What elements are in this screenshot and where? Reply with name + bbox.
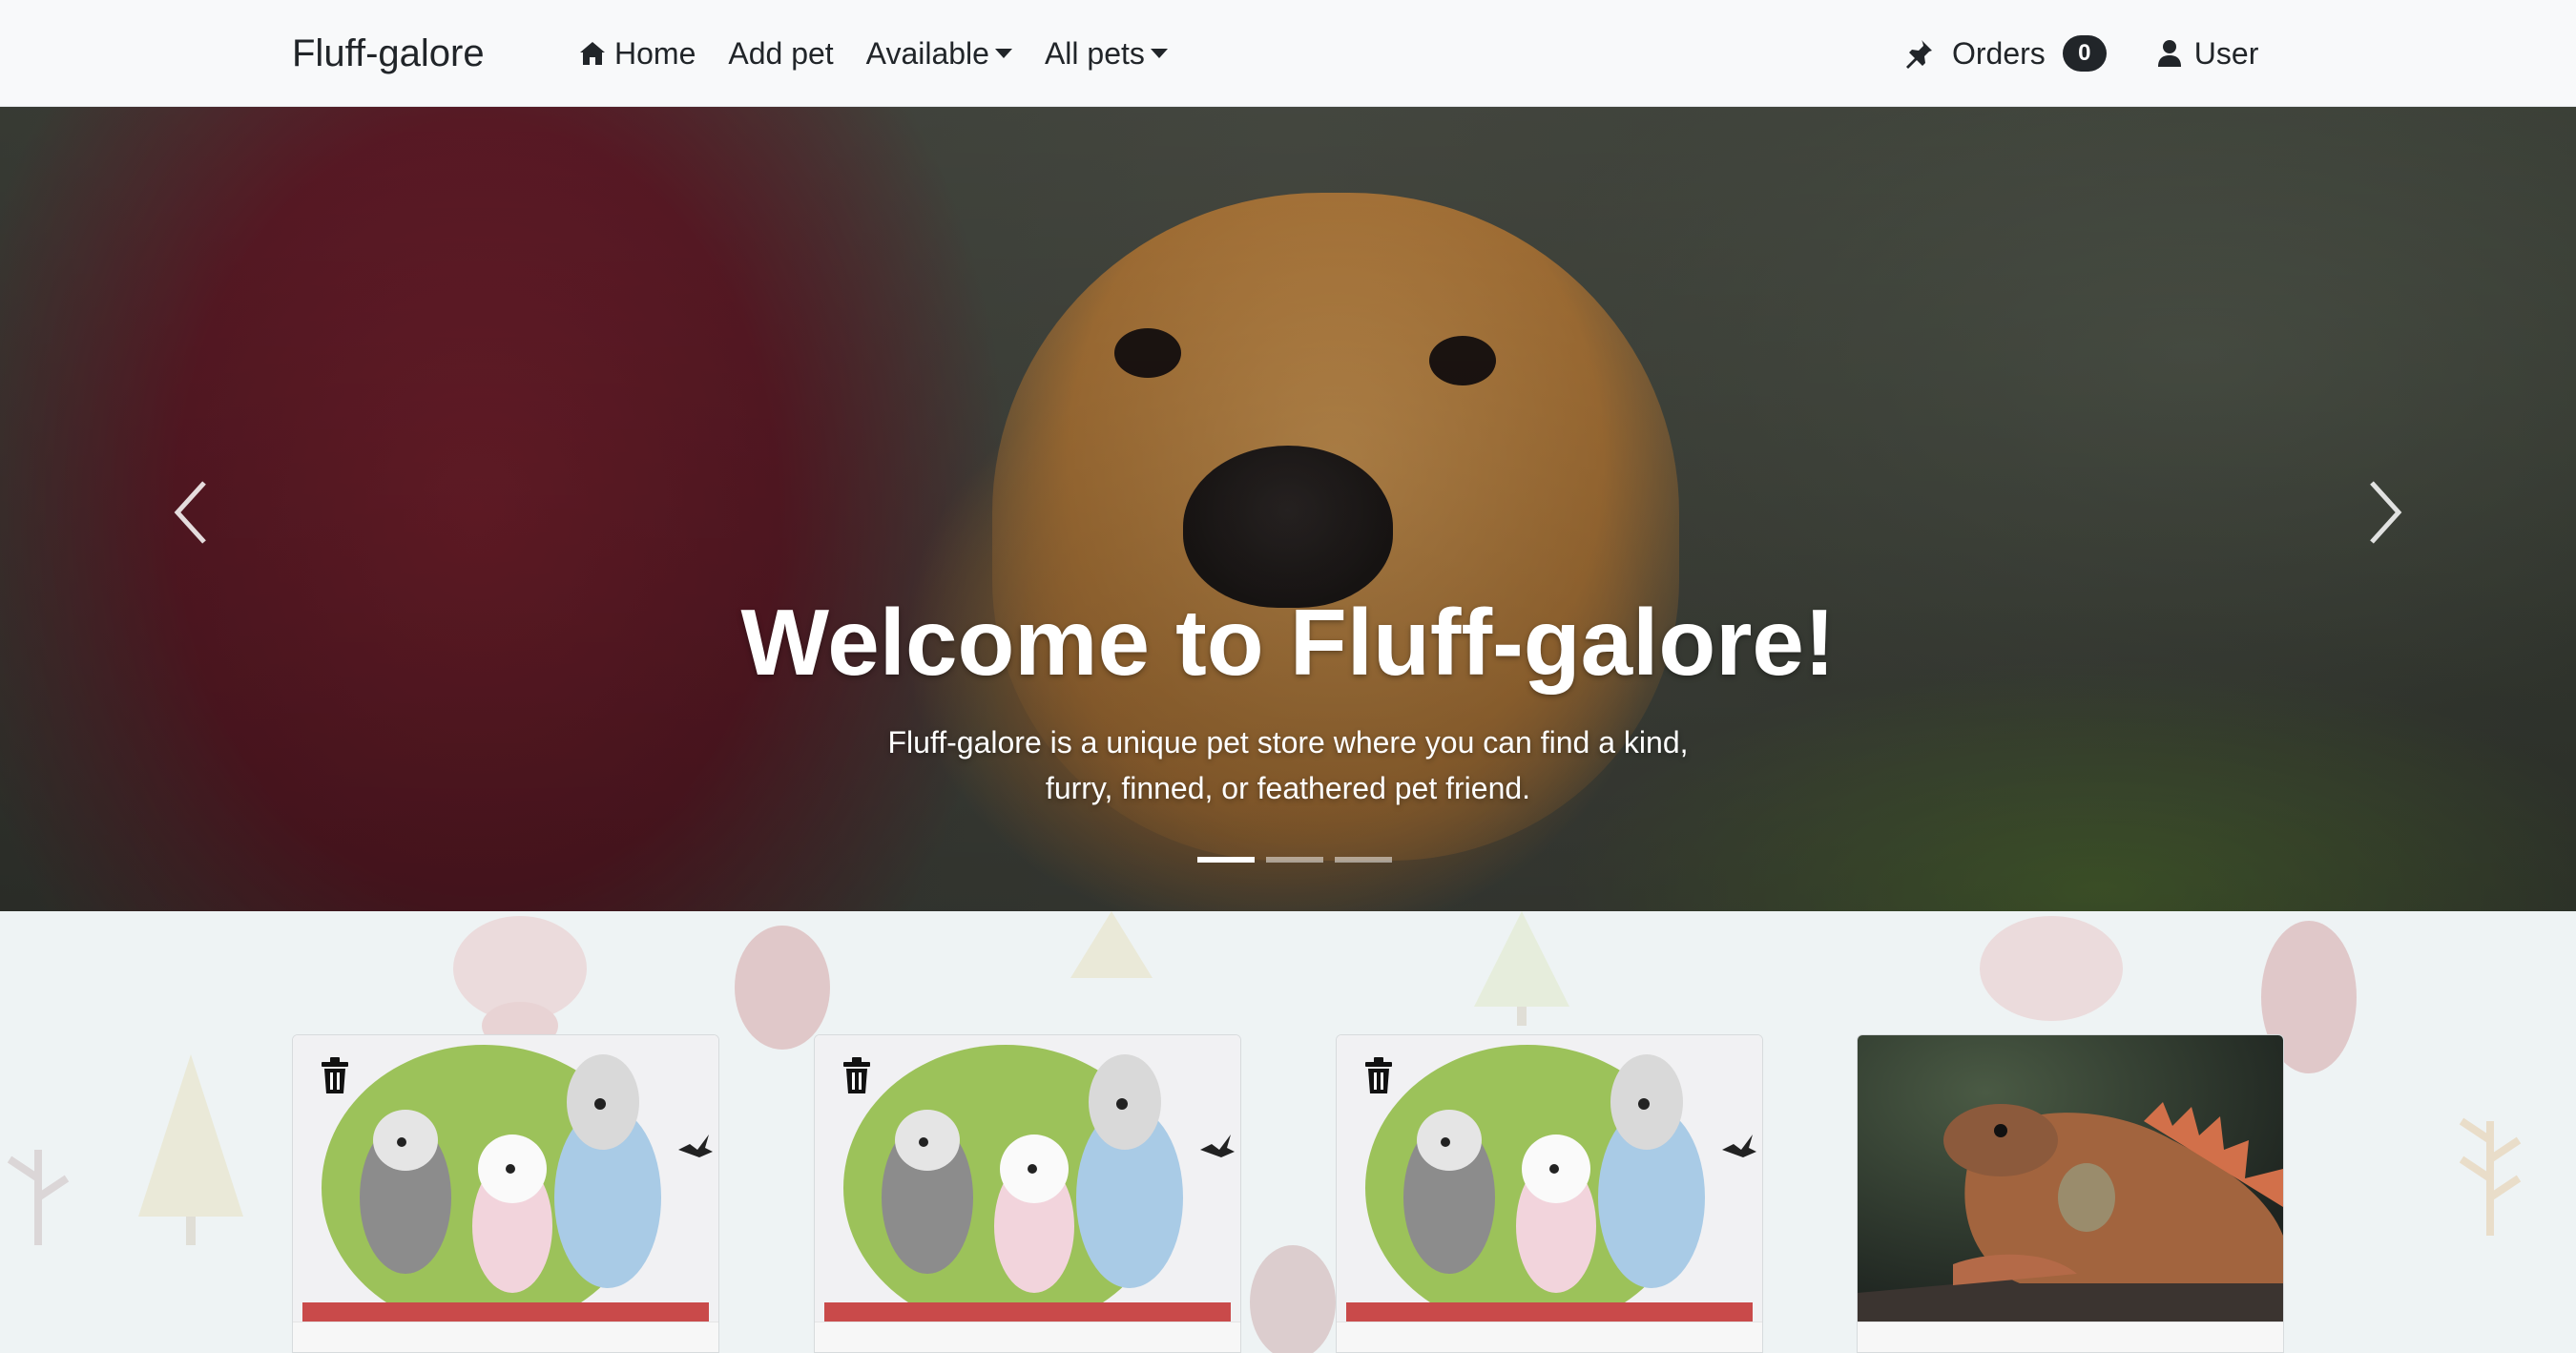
pet-photo-iguana (1858, 1035, 2283, 1322)
navbar: Fluff-galore Home Add pet Available All … (0, 0, 2576, 107)
pet-card[interactable] (814, 1034, 1241, 1353)
pin-icon (1906, 40, 1932, 69)
brand-logo[interactable]: Fluff-galore (292, 29, 485, 78)
character-decoration (1980, 916, 2123, 1021)
nav-user[interactable]: User (2156, 31, 2259, 76)
hero-title: Welcome to Fluff-galore! (740, 590, 1836, 695)
delete-trash-icon[interactable] (1361, 1056, 1396, 1094)
orders-count-badge: 0 (2062, 35, 2107, 72)
pet-card-body (1337, 1322, 1762, 1352)
pet-card-body (815, 1322, 1240, 1352)
pet-card-body (293, 1322, 718, 1352)
delete-trash-icon[interactable] (318, 1056, 352, 1094)
pet-card[interactable] (1857, 1034, 2284, 1353)
carousel-indicator-2[interactable] (1266, 857, 1323, 863)
nav-user-label: User (2193, 36, 2259, 71)
user-icon (2157, 40, 2181, 67)
delete-trash-icon[interactable] (840, 1056, 874, 1094)
chevron-down-icon (1150, 49, 1168, 58)
pet-card[interactable] (292, 1034, 719, 1353)
tree-decoration (1474, 911, 1569, 1026)
character-decoration (1250, 1245, 1336, 1353)
leaf-decoration (2459, 1117, 2522, 1236)
nav-right: Orders 0 User (1902, 31, 2258, 76)
nav-all-pets-dropdown[interactable]: All pets (1045, 31, 1168, 76)
carousel-prev-button[interactable] (162, 469, 219, 555)
carousel-next-button[interactable] (2357, 469, 2414, 555)
nav-orders-label: Orders (1952, 36, 2046, 71)
carousel-indicator-3[interactable] (1335, 857, 1392, 863)
bird-icon (678, 1134, 713, 1157)
nav-available-dropdown[interactable]: Available (866, 31, 1012, 76)
pet-card[interactable] (1336, 1034, 1763, 1353)
nav-add-pet[interactable]: Add pet (728, 31, 833, 76)
tree-decoration (1070, 911, 1153, 978)
hero-carousel: Welcome to Fluff-galore! Fluff-galore is… (0, 107, 2576, 911)
carousel-indicators (1192, 857, 1398, 863)
bird-icon (1722, 1134, 1756, 1157)
nav-add-pet-label: Add pet (728, 36, 834, 71)
leaf-decoration (7, 1150, 70, 1245)
chevron-right-icon (2370, 481, 2402, 544)
bird-icon (1200, 1134, 1235, 1157)
hero-caption: Welcome to Fluff-galore! Fluff-galore is… (668, 584, 1908, 811)
pet-photo-dogs (1337, 1035, 1762, 1322)
hero-description: Fluff-galore is a unique pet store where… (887, 725, 1689, 805)
pet-card-body (1858, 1322, 2283, 1352)
nav-available-label: Available (865, 36, 989, 71)
character-decoration (453, 916, 587, 1050)
nav-home-label: Home (614, 36, 696, 71)
nav-links: Home Add pet Available All pets (578, 31, 1200, 76)
nav-orders[interactable]: Orders 0 (1902, 31, 2107, 76)
nav-home[interactable]: Home (578, 31, 696, 76)
chevron-down-icon (994, 49, 1012, 58)
tree-decoration (138, 1054, 243, 1245)
nav-all-pets-label: All pets (1044, 36, 1145, 71)
chevron-left-icon (174, 481, 206, 544)
pet-photo-dogs (293, 1035, 718, 1322)
home-icon (580, 42, 605, 65)
carousel-indicator-1[interactable] (1197, 857, 1255, 863)
pet-photo-dogs (815, 1035, 1240, 1322)
